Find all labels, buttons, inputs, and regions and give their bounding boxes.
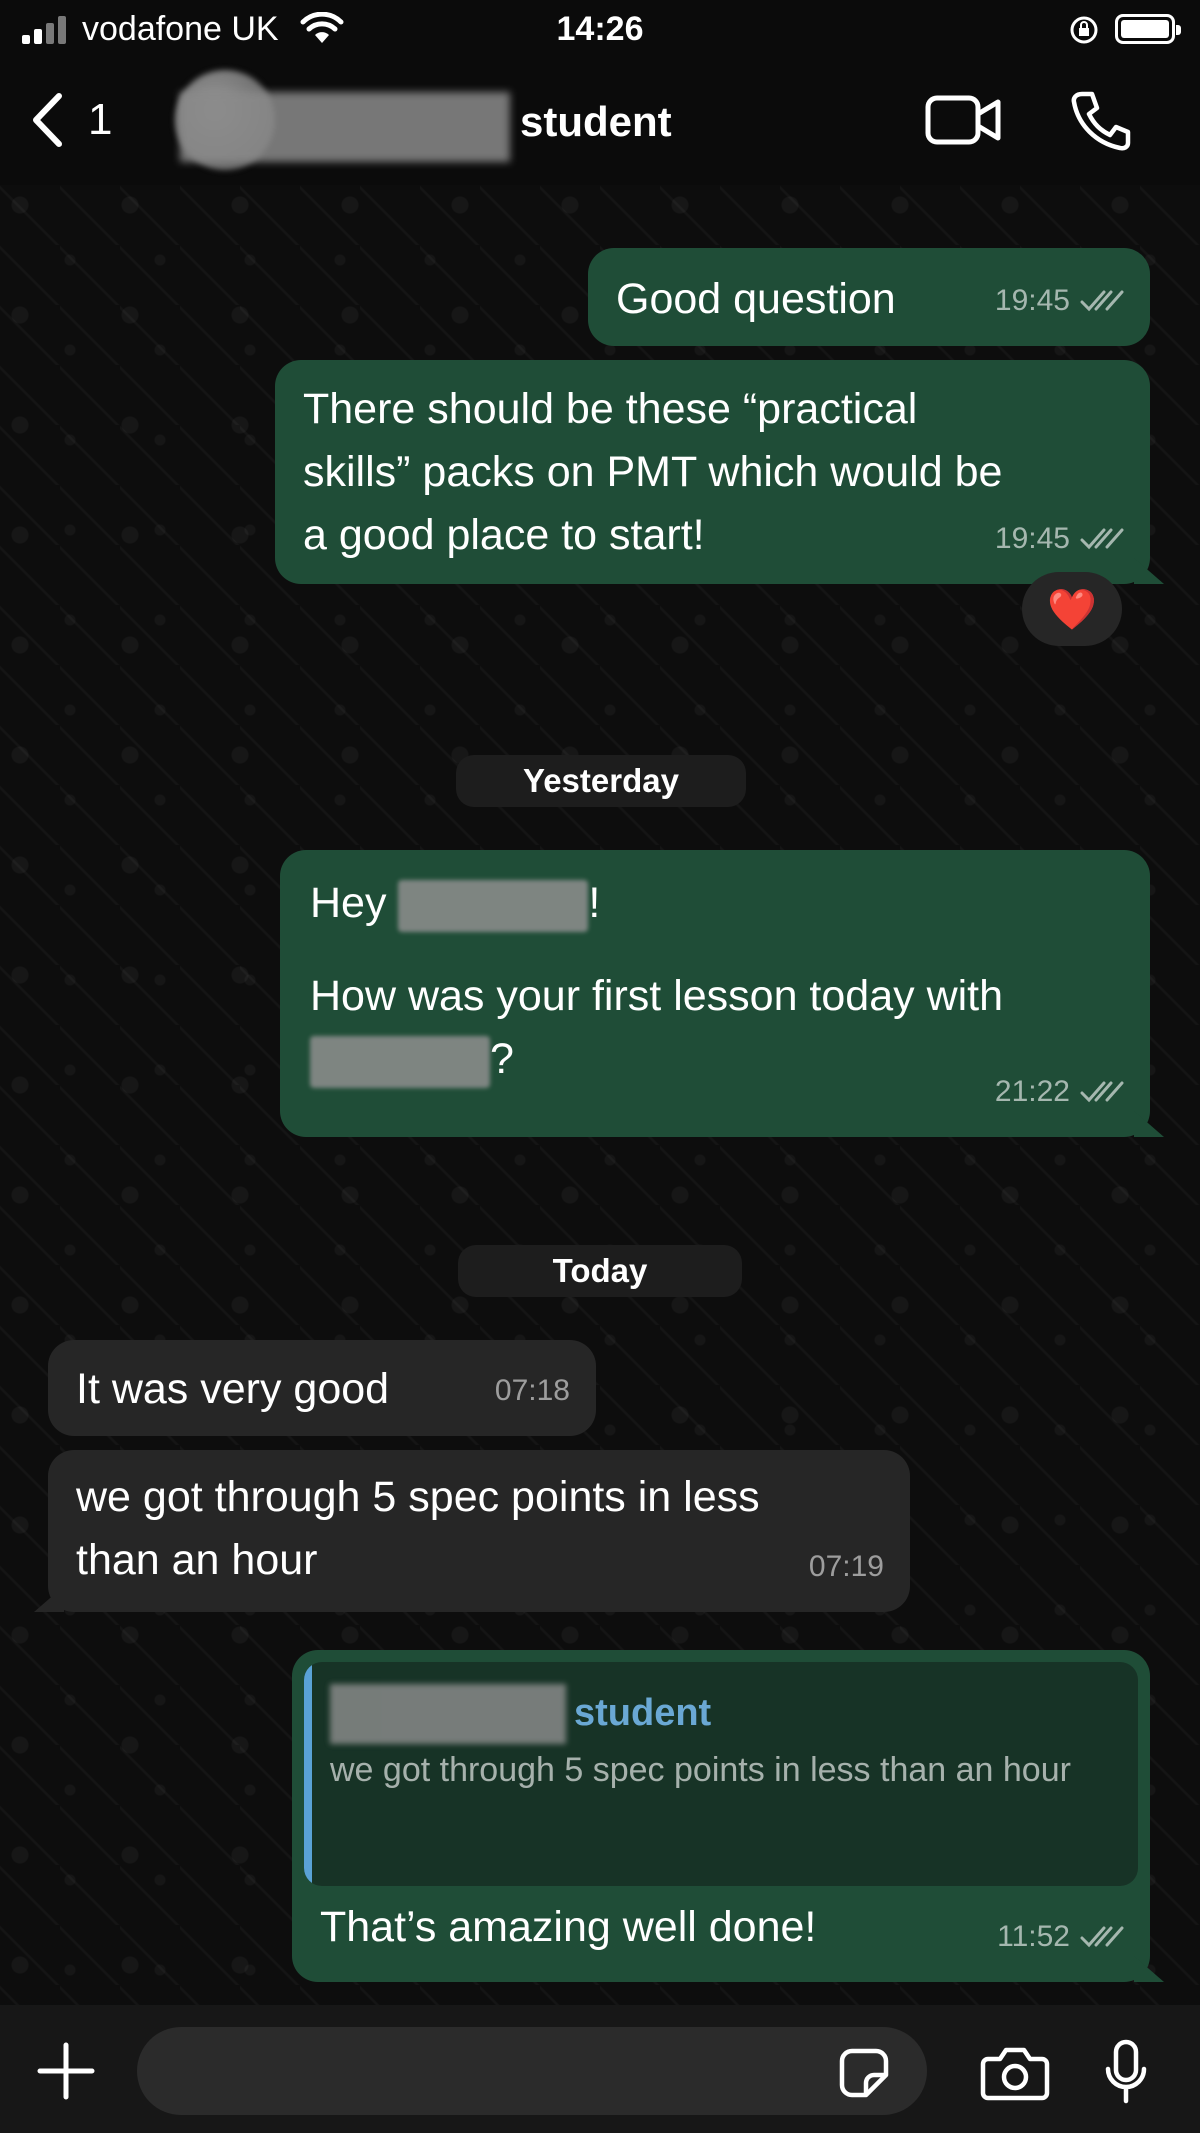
input-bar bbox=[0, 2005, 1200, 2133]
double-check-icon bbox=[1080, 1081, 1124, 1102]
battery-icon bbox=[1115, 14, 1181, 44]
message-time: 11:52 bbox=[997, 1920, 1070, 1953]
date-label: Today bbox=[552, 1252, 648, 1289]
microphone-icon[interactable] bbox=[1104, 2039, 1148, 2105]
heart-icon: ❤️ bbox=[1047, 587, 1097, 632]
redacted-name bbox=[310, 1035, 490, 1088]
rotation-lock-icon bbox=[1070, 16, 1098, 44]
date-separator: Yesterday bbox=[456, 755, 746, 807]
message-text: we got through 5 spec points in less tha… bbox=[76, 1473, 760, 1584]
redacted-name bbox=[398, 879, 589, 932]
message-input[interactable] bbox=[137, 2027, 927, 2115]
message-meta: 07:18 bbox=[495, 1359, 570, 1422]
double-check-icon bbox=[1080, 1926, 1124, 1947]
message-meta: 11:52 bbox=[997, 1905, 1124, 1968]
plus-icon[interactable] bbox=[36, 2041, 96, 2101]
camera-icon[interactable] bbox=[980, 2045, 1050, 2101]
message-bubble[interactable]: It was very good 07:18 bbox=[48, 1340, 596, 1436]
quoted-message[interactable]: student we got through 5 spec points in … bbox=[304, 1662, 1138, 1886]
message-bubble[interactable]: Good question 19:45 bbox=[588, 248, 1150, 346]
video-call-icon[interactable] bbox=[924, 92, 1002, 148]
sticker-icon[interactable] bbox=[838, 2047, 890, 2099]
message-text-part: ? bbox=[490, 1035, 514, 1083]
reply-message-bubble[interactable]: student we got through 5 spec points in … bbox=[292, 1650, 1164, 1982]
status-bar: vodafone UK 14:26 bbox=[0, 0, 1200, 62]
phone-icon[interactable] bbox=[1068, 90, 1132, 152]
message-time: 19:45 bbox=[994, 522, 1070, 555]
chat-header: 1 student bbox=[0, 62, 1200, 185]
message-text: Hey ! bbox=[310, 872, 1120, 935]
contact-name[interactable]: student bbox=[520, 98, 672, 146]
message-text-part: ! bbox=[588, 879, 601, 927]
redacted-name bbox=[180, 92, 510, 162]
message-text: That’s amazing well done! bbox=[320, 1903, 817, 1951]
bubble-tail bbox=[34, 1586, 64, 1612]
message-meta: 07:19 bbox=[809, 1535, 884, 1598]
date-label: Yesterday bbox=[523, 762, 679, 799]
double-check-icon bbox=[1080, 528, 1124, 549]
message-text-part: Hey bbox=[310, 879, 399, 927]
back-chevron-icon bbox=[33, 93, 62, 147]
quote-text: we got through 5 spec points in less tha… bbox=[330, 1751, 1071, 1789]
message-text: How was your first lesson today with bbox=[310, 972, 1004, 1020]
message-meta: 19:45 bbox=[995, 269, 1124, 332]
clock: 14:26 bbox=[556, 10, 644, 48]
message-bubble[interactable]: we got through 5 spec points in less tha… bbox=[34, 1450, 910, 1612]
unread-count: 1 bbox=[88, 95, 113, 144]
message-time: 07:19 bbox=[808, 1550, 884, 1583]
message-time: 21:22 bbox=[994, 1075, 1070, 1108]
bubble-tail bbox=[1134, 1956, 1164, 1982]
redacted-name bbox=[330, 1684, 566, 1744]
message-meta: 21:22 bbox=[995, 1060, 1124, 1123]
bubble-tail bbox=[1134, 1111, 1164, 1137]
bubble-tail bbox=[1134, 558, 1164, 584]
quote-accent-bar bbox=[304, 1662, 312, 1886]
back-button[interactable]: 1 bbox=[30, 92, 112, 148]
message-bubble[interactable]: There should be these “practical skills”… bbox=[275, 360, 1164, 584]
double-check-icon bbox=[1080, 290, 1124, 311]
message-bubble[interactable]: Hey ! How was your first lesson today wi… bbox=[280, 850, 1164, 1137]
date-separator: Today bbox=[458, 1245, 742, 1297]
message-time: 07:18 bbox=[494, 1374, 570, 1407]
reaction-badge[interactable]: ❤️ bbox=[1022, 572, 1122, 646]
message-time: 19:45 bbox=[994, 284, 1070, 317]
quote-author: student bbox=[574, 1692, 712, 1734]
message-meta: 19:45 bbox=[995, 507, 1124, 570]
